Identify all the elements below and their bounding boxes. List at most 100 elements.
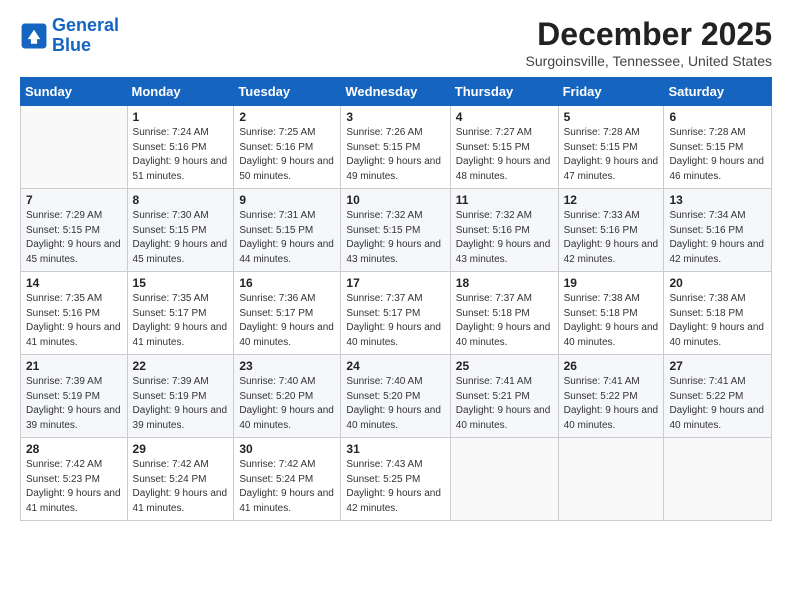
header-wednesday: Wednesday xyxy=(341,78,450,106)
day-number: 21 xyxy=(26,359,122,373)
calendar-cell: 21 Sunrise: 7:39 AMSunset: 5:19 PMDayligh… xyxy=(21,355,128,438)
day-detail: Sunrise: 7:32 AMSunset: 5:15 PMDaylight:… xyxy=(346,209,444,267)
day-detail: Sunrise: 7:33 AMSunset: 5:16 PMDaylight:… xyxy=(564,209,659,267)
calendar-cell: 3 Sunrise: 7:26 AMSunset: 5:15 PMDaylight… xyxy=(341,106,450,189)
day-number: 9 xyxy=(239,193,335,207)
day-number: 13 xyxy=(669,193,766,207)
day-detail: Sunrise: 7:28 AMSunset: 5:15 PMDaylight:… xyxy=(564,126,659,184)
main-title: December 2025 xyxy=(526,16,772,53)
day-detail: Sunrise: 7:27 AMSunset: 5:15 PMDaylight:… xyxy=(456,126,553,184)
calendar-cell: 23Sunrise: 7:40 AMSunset: 5:20 PMDayligh… xyxy=(234,355,341,438)
day-number: 25 xyxy=(456,359,553,373)
day-detail: Sunrise: 7:35 AMSunset: 5:17 PMDaylight:… xyxy=(133,292,229,350)
day-number: 10 xyxy=(346,193,444,207)
day-number: 8 xyxy=(133,193,229,207)
day-detail: Sunrise: 7:42 AMSunset: 5:24 PMDaylight:… xyxy=(239,458,335,516)
logo-icon xyxy=(20,22,48,50)
calendar-cell: 15Sunrise: 7:35 AMSunset: 5:17 PMDayligh… xyxy=(127,272,234,355)
calendar-cell: 10 Sunrise: 7:32 AMSunset: 5:15 PMDayligh… xyxy=(341,189,450,272)
calendar-cell: 29Sunrise: 7:42 AMSunset: 5:24 PMDayligh… xyxy=(127,438,234,521)
calendar-cell: 20Sunrise: 7:38 AMSunset: 5:18 PMDayligh… xyxy=(664,272,772,355)
calendar-cell: 26Sunrise: 7:41 AMSunset: 5:22 PMDayligh… xyxy=(558,355,664,438)
page-container: General Blue December 2025 Surgoinsville… xyxy=(0,0,792,531)
calendar-cell: 17Sunrise: 7:37 AMSunset: 5:17 PMDayligh… xyxy=(341,272,450,355)
calendar-cell xyxy=(450,438,558,521)
header-thursday: Thursday xyxy=(450,78,558,106)
calendar-cell xyxy=(21,106,128,189)
calendar-cell: 25 Sunrise: 7:41 AMSunset: 5:21 PMDayligh… xyxy=(450,355,558,438)
day-number: 12 xyxy=(564,193,659,207)
day-detail: Sunrise: 7:38 AMSunset: 5:18 PMDaylight:… xyxy=(669,292,766,350)
day-number: 28 xyxy=(26,442,122,456)
day-detail: Sunrise: 7:41 AMSunset: 5:22 PMDaylight:… xyxy=(669,375,766,433)
calendar-cell: 7 Sunrise: 7:29 AMSunset: 5:15 PMDaylight… xyxy=(21,189,128,272)
day-detail: Sunrise: 7:26 AMSunset: 5:15 PMDaylight:… xyxy=(346,126,444,184)
day-detail: Sunrise: 7:37 AMSunset: 5:18 PMDaylight:… xyxy=(456,292,553,350)
day-detail: Sunrise: 7:40 AMSunset: 5:20 PMDaylight:… xyxy=(346,375,444,433)
day-detail: Sunrise: 7:34 AMSunset: 5:16 PMDaylight:… xyxy=(669,209,766,267)
calendar-week-row: 7 Sunrise: 7:29 AMSunset: 5:15 PMDaylight… xyxy=(21,189,772,272)
calendar-cell: 6 Sunrise: 7:28 AMSunset: 5:15 PMDaylight… xyxy=(664,106,772,189)
calendar-week-row: 14Sunrise: 7:35 AMSunset: 5:16 PMDayligh… xyxy=(21,272,772,355)
day-detail: Sunrise: 7:31 AMSunset: 5:15 PMDaylight:… xyxy=(239,209,335,267)
calendar-week-row: 1Sunrise: 7:24 AMSunset: 5:16 PMDaylight… xyxy=(21,106,772,189)
header-saturday: Saturday xyxy=(664,78,772,106)
day-detail: Sunrise: 7:28 AMSunset: 5:15 PMDaylight:… xyxy=(669,126,766,184)
day-number: 4 xyxy=(456,110,553,124)
calendar-cell: 24 Sunrise: 7:40 AMSunset: 5:20 PMDayligh… xyxy=(341,355,450,438)
day-number: 7 xyxy=(26,193,122,207)
day-number: 26 xyxy=(564,359,659,373)
calendar-cell: 27 Sunrise: 7:41 AMSunset: 5:22 PMDayligh… xyxy=(664,355,772,438)
calendar-cell: 30 Sunrise: 7:42 AMSunset: 5:24 PMDayligh… xyxy=(234,438,341,521)
day-number: 1 xyxy=(133,110,229,124)
calendar-cell: 31Sunrise: 7:43 AMSunset: 5:25 PMDayligh… xyxy=(341,438,450,521)
header: General Blue December 2025 Surgoinsville… xyxy=(20,16,772,69)
day-number: 30 xyxy=(239,442,335,456)
subtitle: Surgoinsville, Tennessee, United States xyxy=(526,53,772,69)
calendar-cell: 12 Sunrise: 7:33 AMSunset: 5:16 PMDayligh… xyxy=(558,189,664,272)
day-number: 24 xyxy=(346,359,444,373)
logo: General Blue xyxy=(20,16,119,56)
day-detail: Sunrise: 7:41 AMSunset: 5:21 PMDaylight:… xyxy=(456,375,553,433)
day-number: 16 xyxy=(239,276,335,290)
calendar-cell: 1Sunrise: 7:24 AMSunset: 5:16 PMDaylight… xyxy=(127,106,234,189)
calendar-cell: 11 Sunrise: 7:32 AMSunset: 5:16 PMDayligh… xyxy=(450,189,558,272)
day-number: 18 xyxy=(456,276,553,290)
calendar-cell: 16 Sunrise: 7:36 AMSunset: 5:17 PMDayligh… xyxy=(234,272,341,355)
calendar-week-row: 21 Sunrise: 7:39 AMSunset: 5:19 PMDayligh… xyxy=(21,355,772,438)
day-detail: Sunrise: 7:43 AMSunset: 5:25 PMDaylight:… xyxy=(346,458,444,516)
day-detail: Sunrise: 7:40 AMSunset: 5:20 PMDaylight:… xyxy=(239,375,335,433)
day-detail: Sunrise: 7:29 AMSunset: 5:15 PMDaylight:… xyxy=(26,209,122,267)
day-detail: Sunrise: 7:39 AMSunset: 5:19 PMDaylight:… xyxy=(26,375,122,433)
day-detail: Sunrise: 7:42 AMSunset: 5:24 PMDaylight:… xyxy=(133,458,229,516)
calendar-cell xyxy=(664,438,772,521)
calendar-cell: 8 Sunrise: 7:30 AMSunset: 5:15 PMDaylight… xyxy=(127,189,234,272)
calendar-cell xyxy=(558,438,664,521)
day-number: 11 xyxy=(456,193,553,207)
day-number: 5 xyxy=(564,110,659,124)
calendar-cell: 18 Sunrise: 7:37 AMSunset: 5:18 PMDayligh… xyxy=(450,272,558,355)
header-tuesday: Tuesday xyxy=(234,78,341,106)
calendar-week-row: 28 Sunrise: 7:42 AMSunset: 5:23 PMDayligh… xyxy=(21,438,772,521)
day-detail: Sunrise: 7:36 AMSunset: 5:17 PMDaylight:… xyxy=(239,292,335,350)
day-detail: Sunrise: 7:42 AMSunset: 5:23 PMDaylight:… xyxy=(26,458,122,516)
day-number: 19 xyxy=(564,276,659,290)
day-detail: Sunrise: 7:37 AMSunset: 5:17 PMDaylight:… xyxy=(346,292,444,350)
day-detail: Sunrise: 7:25 AMSunset: 5:16 PMDaylight:… xyxy=(239,126,335,184)
day-number: 27 xyxy=(669,359,766,373)
calendar-cell: 5 Sunrise: 7:28 AMSunset: 5:15 PMDaylight… xyxy=(558,106,664,189)
day-number: 14 xyxy=(26,276,122,290)
calendar-cell: 14Sunrise: 7:35 AMSunset: 5:16 PMDayligh… xyxy=(21,272,128,355)
day-detail: Sunrise: 7:39 AMSunset: 5:19 PMDaylight:… xyxy=(133,375,229,433)
day-detail: Sunrise: 7:32 AMSunset: 5:16 PMDaylight:… xyxy=(456,209,553,267)
day-number: 22 xyxy=(133,359,229,373)
calendar-cell: 4 Sunrise: 7:27 AMSunset: 5:15 PMDaylight… xyxy=(450,106,558,189)
day-detail: Sunrise: 7:30 AMSunset: 5:15 PMDaylight:… xyxy=(133,209,229,267)
header-friday: Friday xyxy=(558,78,664,106)
logo-text: General Blue xyxy=(52,16,119,56)
day-detail: Sunrise: 7:38 AMSunset: 5:18 PMDaylight:… xyxy=(564,292,659,350)
calendar-cell: 22 Sunrise: 7:39 AMSunset: 5:19 PMDayligh… xyxy=(127,355,234,438)
day-number: 6 xyxy=(669,110,766,124)
calendar-cell: 13 Sunrise: 7:34 AMSunset: 5:16 PMDayligh… xyxy=(664,189,772,272)
day-number: 3 xyxy=(346,110,444,124)
